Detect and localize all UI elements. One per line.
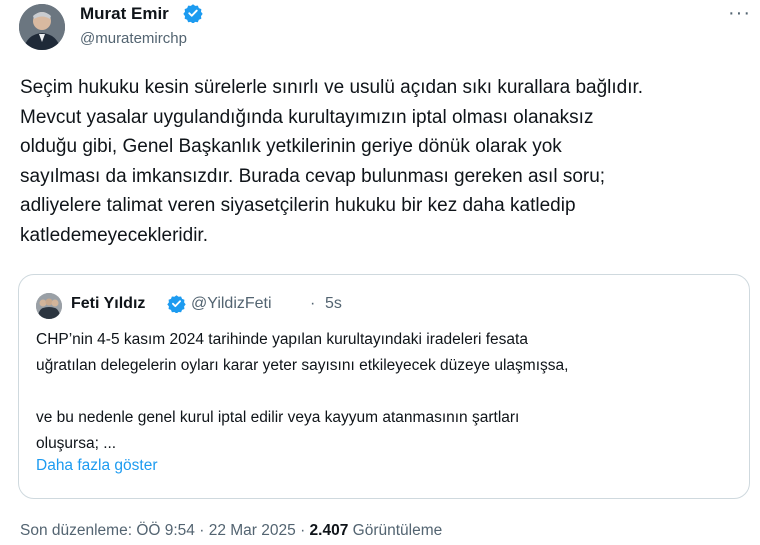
tweet-text-line: adliyelere talimat veren siyasetçilerin … bbox=[20, 195, 576, 216]
tweet-text-line: Seçim hukuku kesin sürelerle sınırlı ve … bbox=[20, 77, 644, 98]
views-count: 2.407 bbox=[309, 522, 349, 539]
quoted-text-line: oluşursa; ... bbox=[36, 435, 117, 452]
show-more-link[interactable]: Daha fazla göster bbox=[36, 457, 158, 475]
quoted-text-line: ve bu nedenle genel kurul iptal edilir v… bbox=[36, 409, 520, 426]
author-avatar[interactable] bbox=[19, 4, 65, 50]
quoted-text-line: CHP’nin 4-5 kasım 2024 tarihinde yapılan… bbox=[36, 331, 528, 348]
quoted-text-line: uğratılan delegelerin oyları karar yeter… bbox=[36, 357, 569, 374]
quoted-verified-badge-icon bbox=[167, 294, 186, 318]
quoted-author-handle[interactable]: @YildizFeti bbox=[191, 295, 272, 313]
meta-separator: · bbox=[300, 522, 306, 539]
quoted-author-name[interactable]: Feti Yıldız bbox=[71, 295, 145, 313]
tweet-text-line: olduğu gibi, Genel Başkanlık yetkilerini… bbox=[20, 136, 562, 157]
tweet-meta: Son düzenleme: ÖÖ 9:54 · 22 Mar 2025 · 2… bbox=[20, 522, 442, 540]
author-name[interactable]: Murat Emir bbox=[80, 4, 169, 24]
quoted-tweet-text: CHP’nin 4-5 kasım 2024 tarihinde yapılan… bbox=[36, 327, 736, 457]
tweet-text-line: katledemeyecekleridir. bbox=[20, 224, 208, 246]
quoted-separator: · bbox=[310, 295, 316, 312]
quoted-author-avatar[interactable] bbox=[36, 293, 62, 319]
tweet-date[interactable]: 22 Mar 2025 bbox=[209, 522, 296, 539]
author-handle[interactable]: @muratemirchp bbox=[80, 30, 187, 47]
tweet-text: Seçim hukuku kesin sürelerle sınırlı ve … bbox=[20, 73, 750, 250]
meta-separator: · bbox=[199, 522, 205, 539]
quoted-text-line bbox=[36, 379, 736, 405]
quoted-timestamp[interactable]: 5s bbox=[325, 295, 342, 313]
tweet-text-line: Mevcut yasalar uygulandığında kurultayım… bbox=[20, 106, 594, 128]
quoted-tweet-card[interactable]: Feti Yıldız @YildizFeti · 5s CHP’nin 4-5… bbox=[18, 274, 750, 499]
edited-timestamp[interactable]: Son düzenleme: ÖÖ 9:54 bbox=[20, 522, 195, 539]
more-options-icon[interactable]: ··· bbox=[728, 2, 751, 25]
views-label: Görüntüleme bbox=[352, 522, 443, 539]
tweet-text-line: sayılması da imkansızdır. Burada cevap b… bbox=[20, 165, 606, 187]
verified-badge-icon bbox=[183, 3, 203, 28]
